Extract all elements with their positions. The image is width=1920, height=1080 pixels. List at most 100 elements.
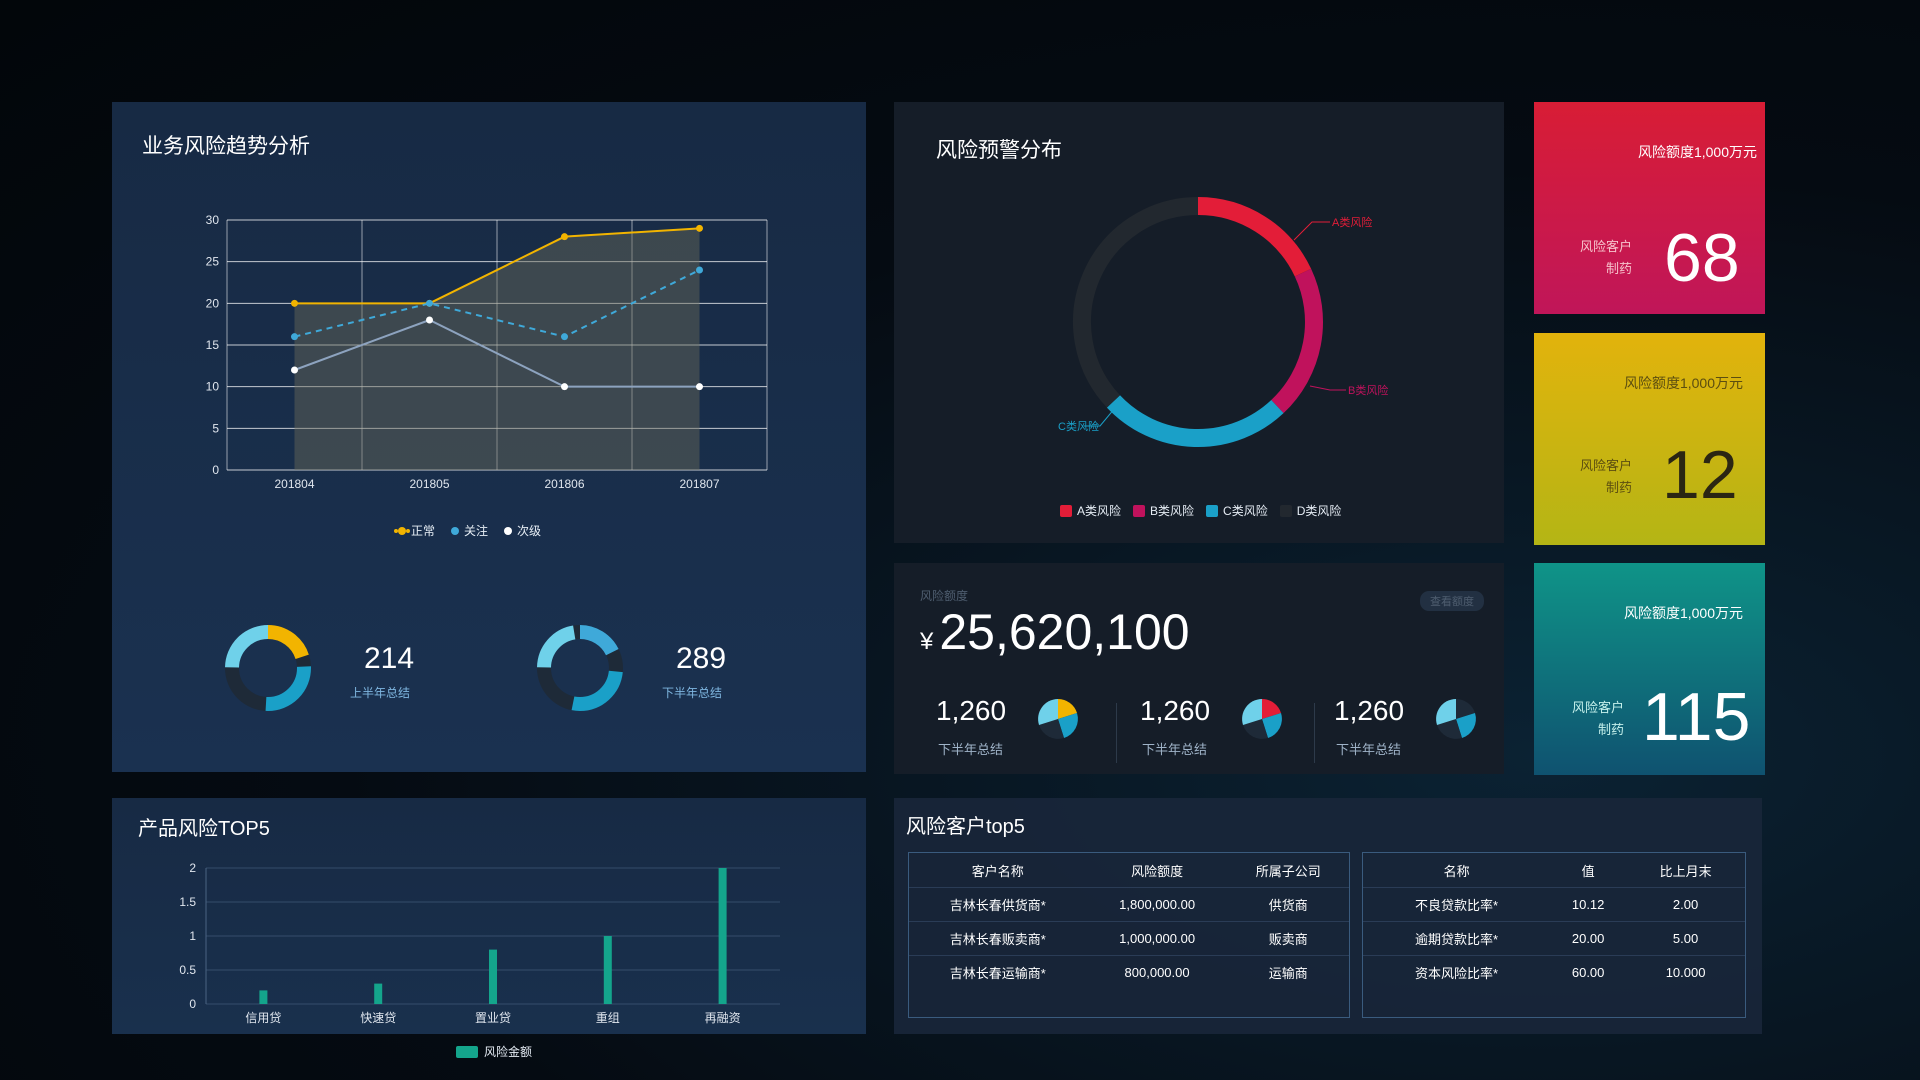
risk-trend-panel: 业务风险趋势分析 0 5 10 15 20 25 30 201804 201805 201806 2… bbox=[112, 102, 866, 772]
callout-c: C类风险 bbox=[1058, 419, 1099, 433]
data-point bbox=[291, 299, 298, 307]
data-point bbox=[561, 233, 568, 241]
product-legend[interactable]: 风险金额 bbox=[456, 1043, 532, 1060]
mini-stat-2-value: 1,260 bbox=[1140, 695, 1211, 726]
data-point bbox=[426, 299, 433, 307]
amount-label: 风险额度 bbox=[920, 589, 969, 603]
callout-a: A类风险 bbox=[1332, 215, 1372, 229]
x-tick-label: 201806 bbox=[544, 477, 584, 491]
second-half-value: 289 bbox=[676, 642, 727, 675]
data-point bbox=[561, 333, 568, 341]
amount-value: ¥25,620,100 bbox=[920, 603, 1190, 661]
legend-item-c[interactable]: C类风险 bbox=[1206, 502, 1268, 519]
risk-warning-distribution-panel: 风险预警分布 A类风险 B类风险 C类风险 A类风险 B类风险 C类风险 D类风… bbox=[894, 102, 1504, 543]
amount-number: 25,620,100 bbox=[939, 604, 1190, 660]
data-point bbox=[696, 224, 703, 232]
data-point bbox=[426, 316, 433, 324]
data-point bbox=[291, 366, 298, 374]
distribution-legend: A类风险 B类风险 C类风险 D类风险 bbox=[1060, 502, 1341, 519]
col-header[interactable]: 值 bbox=[1550, 853, 1626, 888]
col-header[interactable]: 客户名称 bbox=[909, 853, 1087, 888]
mini-stat-3-value: 1,260 bbox=[1334, 695, 1405, 726]
donut-second-half bbox=[537, 625, 623, 711]
bar-1 bbox=[374, 983, 383, 1004]
panel-title: 风险客户top5 bbox=[906, 816, 1025, 838]
col-header[interactable]: 名称 bbox=[1363, 853, 1550, 888]
divider bbox=[1314, 703, 1315, 763]
mini-pie-3 bbox=[1436, 699, 1476, 739]
table-row[interactable]: 吉林长春供货商* 1,800,000.00 供货商 bbox=[909, 887, 1349, 922]
ring-segment-1 bbox=[1271, 268, 1323, 414]
table-row[interactable]: 资本风险比率* 60.00 10.000 bbox=[1363, 955, 1745, 989]
table-row[interactable]: 不良贷款比率* 10.12 2.00 bbox=[1363, 887, 1745, 922]
trend-legend: 正常 关注 次级 bbox=[398, 522, 541, 539]
legend-label: 风险金额 bbox=[484, 1045, 533, 1059]
y-tick-label: 1.5 bbox=[179, 895, 196, 909]
bar-0 bbox=[259, 990, 268, 1004]
x-tick-label: 信用贷 bbox=[245, 1011, 281, 1025]
legend-item-substandard[interactable]: 次级 bbox=[504, 522, 541, 539]
card-sub-label: 风险客户 制药 bbox=[1572, 700, 1625, 737]
y-tick-label: 2 bbox=[189, 861, 196, 875]
product-risk-top5-panel: 产品风险TOP5 0 0.5 1 1.5 2 信用贷 快速贷 置业贷 重组 再融资 bbox=[112, 798, 866, 1034]
table-row[interactable]: 逾期贷款比率* 20.00 5.00 bbox=[1363, 921, 1745, 956]
col-header[interactable]: 风险额度 bbox=[1087, 853, 1228, 888]
x-tick-label: 置业贷 bbox=[475, 1011, 511, 1025]
bar-3 bbox=[603, 936, 612, 1004]
risk-customer-top5-panel: 风险客户top5 客户名称 风险额度 所属子公司 吉林长春供货商* 1,800,0… bbox=[894, 798, 1762, 1034]
x-tick-label: 再融资 bbox=[705, 1011, 741, 1025]
legend-item-normal[interactable]: 正常 bbox=[398, 522, 435, 539]
legend-swatch bbox=[456, 1045, 478, 1058]
x-tick-label: 201804 bbox=[274, 477, 314, 491]
trend-line-chart: 0 5 10 15 20 25 30 201804 201805 201806 201807 bbox=[206, 213, 768, 491]
view-amount-button[interactable]: 查看额度 bbox=[1420, 591, 1484, 611]
ratio-table: 名称 值 比上月末 不良贷款比率* 10.12 2.00 逾期贷款比率* 20.00 5… bbox=[1363, 853, 1745, 989]
table-row[interactable]: 吉林长春贩卖商* 1,000,000.00 贩卖商 bbox=[909, 921, 1349, 956]
table-row[interactable]: 吉林长春运输商* 800,000.00 运输商 bbox=[909, 955, 1349, 989]
card-value: 115 bbox=[1642, 679, 1751, 755]
y-tick-label: 5 bbox=[212, 421, 219, 435]
first-half-label: 上半年总结 bbox=[350, 686, 411, 700]
product-bar-chart: 0 0.5 1 1.5 2 信用贷 快速贷 置业贷 重组 再融资 bbox=[179, 861, 780, 1025]
ring-segment-2 bbox=[1106, 395, 1284, 447]
y-tick-label: 15 bbox=[206, 338, 220, 352]
card-value: 12 bbox=[1662, 437, 1738, 513]
mini-stat-3-label: 下半年总结 bbox=[1336, 742, 1402, 757]
x-tick-label: 201805 bbox=[409, 477, 449, 491]
mini-stat-2-label: 下半年总结 bbox=[1142, 742, 1208, 757]
x-tick-label: 重组 bbox=[596, 1011, 620, 1025]
kpi-card-teal[interactable]: 风险额度1,000万元 风险客户 制药 115 bbox=[1534, 563, 1765, 775]
mini-stat-1-label: 下半年总结 bbox=[938, 742, 1004, 757]
x-tick-label: 快速贷 bbox=[360, 1011, 396, 1025]
col-header[interactable]: 比上月末 bbox=[1626, 853, 1745, 888]
callout-b: B类风险 bbox=[1348, 383, 1388, 397]
risk-amount-panel: 风险额度 查看额度 ¥25,620,100 1,260 下半年总结 1,260 … bbox=[894, 563, 1504, 774]
data-point bbox=[291, 333, 298, 341]
data-point bbox=[696, 383, 703, 391]
data-point bbox=[696, 266, 703, 274]
legend-item-attention[interactable]: 关注 bbox=[451, 522, 488, 539]
kpi-card-red[interactable]: 风险额度1,000万元 风险客户 制药 68 bbox=[1534, 102, 1765, 314]
mini-pie-1 bbox=[1038, 699, 1078, 739]
kpi-card-yellow[interactable]: 风险额度1,000万元 风险客户 制药 12 bbox=[1534, 333, 1765, 545]
card-sub-label: 风险客户 制药 bbox=[1580, 239, 1633, 276]
y-tick-label: 0.5 bbox=[179, 963, 196, 977]
col-header[interactable]: 所属子公司 bbox=[1228, 853, 1349, 888]
y-tick-label: 1 bbox=[189, 929, 196, 943]
ring-segment-3 bbox=[1073, 197, 1199, 408]
currency-symbol: ¥ bbox=[920, 628, 934, 655]
risk-ring-chart: A类风险 B类风险 C类风险 bbox=[1058, 197, 1388, 447]
data-point bbox=[561, 383, 568, 391]
bar-4 bbox=[718, 868, 727, 1004]
divider bbox=[1116, 703, 1117, 763]
y-tick-label: 30 bbox=[206, 213, 220, 227]
bar-2 bbox=[489, 949, 497, 1004]
ratio-table-box: 名称 值 比上月末 不良贷款比率* 10.12 2.00 逾期贷款比率* 20.00 5… bbox=[1362, 852, 1746, 1018]
legend-item-b[interactable]: B类风险 bbox=[1133, 502, 1194, 519]
second-half-label: 下半年总结 bbox=[662, 686, 723, 700]
mini-stat-1-value: 1,260 bbox=[936, 695, 1007, 726]
legend-item-d[interactable]: D类风险 bbox=[1279, 502, 1341, 519]
customer-table-box: 客户名称 风险额度 所属子公司 吉林长春供货商* 1,800,000.00 供货商 … bbox=[908, 852, 1350, 1018]
donut-first-half bbox=[225, 625, 311, 711]
legend-item-a[interactable]: A类风险 bbox=[1060, 502, 1121, 519]
